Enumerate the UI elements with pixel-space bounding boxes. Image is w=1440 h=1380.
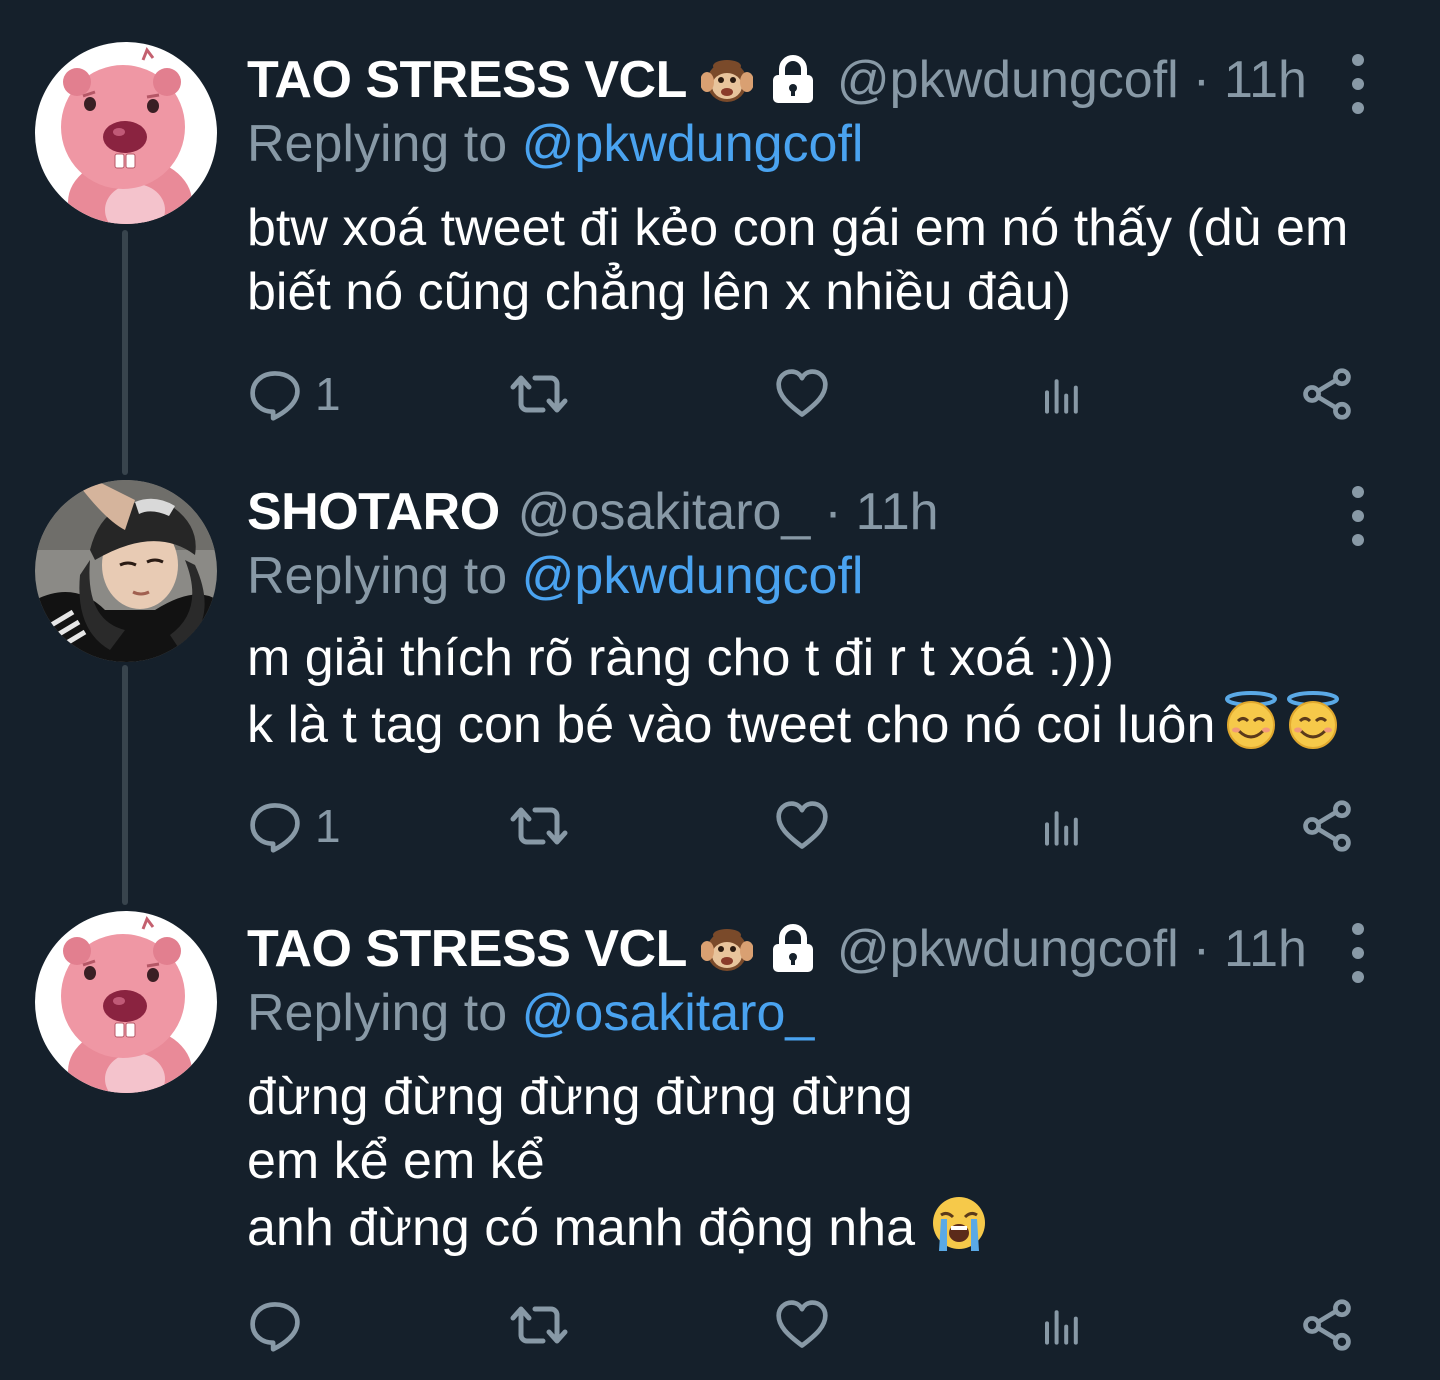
separator-dot: · (824, 483, 842, 541)
like-button[interactable] (774, 796, 830, 856)
analytics-icon (1039, 798, 1087, 854)
tweet-text: đừng đừng đừng đừng đừng em kể em kể anh… (247, 1065, 989, 1260)
reply-count: 1 (315, 368, 341, 420)
tweet-header: TAO STRESS VCL @pkwdungcofl · 11h (247, 46, 1307, 114)
analytics-icon (1039, 1297, 1087, 1353)
replying-to-link[interactable]: @pkwdungcofl (522, 115, 864, 173)
retweet-icon (509, 1295, 569, 1355)
analytics-button[interactable] (1039, 364, 1087, 424)
like-button[interactable] (774, 364, 830, 424)
share-button[interactable] (1299, 796, 1355, 856)
reply-icon (247, 366, 303, 422)
pink-beaver-avatar (35, 911, 217, 1093)
share-icon (1299, 366, 1355, 422)
separator-dot: · (1192, 920, 1211, 978)
person-bandana-photo-avatar (35, 480, 217, 662)
like-icon (774, 798, 830, 854)
tweet[interactable]: TAO STRESS VCL @pkwdungcofl · 11h Replyi… (0, 905, 1440, 1375)
tweet-text-line: em kể em kể (247, 1132, 545, 1190)
share-icon (1299, 1297, 1355, 1353)
lock-icon (767, 923, 819, 975)
avatar[interactable] (35, 42, 217, 224)
retweet-button[interactable] (509, 796, 569, 856)
tweet-actions (247, 1295, 1367, 1355)
separator-dot: · (1192, 51, 1211, 109)
retweet-icon (509, 796, 569, 856)
tweet-text: m giải thích rõ ràng cho t đi r t xoá :)… (247, 626, 1343, 757)
share-icon (1299, 798, 1355, 854)
hear-no-evil-monkey-emoji (701, 54, 753, 106)
tweet[interactable]: TAO STRESS VCL @pkwdungcofl · 11h Replyi… (0, 0, 1440, 460)
hear-no-evil-monkey-emoji (701, 923, 753, 975)
tweet-text-line: btw xoá tweet đi kẻo con gái em nó thấy … (247, 199, 1349, 257)
retweet-icon (509, 364, 569, 424)
replying-to: Replying to @osakitaro_ (247, 979, 814, 1047)
smiling-face-with-halo-emoji (1221, 690, 1281, 750)
user-handle[interactable]: @pkwdungcofl (837, 46, 1179, 114)
analytics-icon (1039, 366, 1087, 422)
timestamp[interactable]: 11h (1224, 915, 1307, 983)
replying-to-link[interactable]: @osakitaro_ (522, 984, 815, 1042)
user-handle[interactable]: @osakitaro_ (518, 478, 811, 546)
pink-beaver-avatar (35, 42, 217, 224)
more-options-icon[interactable] (1348, 486, 1368, 546)
replying-to: Replying to @pkwdungcofl (247, 542, 863, 610)
tweet-header: TAO STRESS VCL @pkwdungcofl · 11h (247, 915, 1307, 983)
loudly-crying-face-emoji (929, 1193, 989, 1253)
reply-button[interactable]: 1 (247, 364, 341, 424)
more-options-icon[interactable] (1348, 54, 1368, 114)
tweet-actions: 1 (247, 364, 1367, 424)
reply-icon (247, 1297, 303, 1353)
tweet-text: btw xoá tweet đi kẻo con gái em nó thấy … (247, 196, 1348, 324)
tweet-text-line: k là t tag con bé vào tweet cho nó coi l… (247, 690, 1343, 757)
like-button[interactable] (774, 1295, 830, 1355)
tweet-actions: 1 (247, 796, 1367, 856)
retweet-button[interactable] (509, 364, 569, 424)
tweet-text-segment: k là t tag con bé vào tweet cho nó coi l… (247, 696, 1216, 754)
reply-count: 1 (315, 800, 341, 852)
tweet[interactable]: SHOTARO @osakitaro_ · 11h Replying to @p… (0, 470, 1440, 900)
replying-to-link[interactable]: @pkwdungcofl (522, 547, 864, 605)
more-options-icon[interactable] (1348, 923, 1368, 983)
replying-to: Replying to @pkwdungcofl (247, 110, 863, 178)
tweet-text-line: m giải thích rõ ràng cho t đi r t xoá :)… (247, 629, 1114, 687)
smiling-face-with-halo-emoji (1283, 690, 1343, 750)
share-button[interactable] (1299, 364, 1355, 424)
analytics-button[interactable] (1039, 796, 1087, 856)
tweet-header: SHOTARO @osakitaro_ · 11h (247, 478, 939, 546)
tweet-thread: TAO STRESS VCL @pkwdungcofl · 11h Replyi… (0, 0, 1440, 1380)
analytics-button[interactable] (1039, 1295, 1087, 1355)
display-name[interactable]: TAO STRESS VCL (247, 46, 687, 114)
replying-to-label: Replying to (247, 984, 508, 1042)
user-handle[interactable]: @pkwdungcofl (837, 915, 1179, 983)
reply-button[interactable]: 1 (247, 796, 341, 856)
retweet-button[interactable] (509, 1295, 569, 1355)
timestamp[interactable]: 11h (856, 478, 939, 546)
tweet-text-line: đừng đừng đừng đừng đừng (247, 1068, 913, 1126)
tweet-text-line: anh đừng có manh động nha (247, 1193, 989, 1260)
lock-icon (767, 54, 819, 106)
reply-button[interactable] (247, 1295, 315, 1355)
display-name[interactable]: TAO STRESS VCL (247, 915, 687, 983)
like-icon (774, 1297, 830, 1353)
display-name[interactable]: SHOTARO (247, 478, 500, 546)
replying-to-label: Replying to (247, 547, 508, 605)
avatar[interactable] (35, 480, 217, 662)
timestamp[interactable]: 11h (1224, 46, 1307, 114)
replying-to-label: Replying to (247, 115, 508, 173)
tweet-text-segment: anh đừng có manh động nha (247, 1199, 916, 1257)
reply-icon (247, 798, 303, 854)
share-button[interactable] (1299, 1295, 1355, 1355)
tweet-text-line: biết nó cũng chẳng lên x nhiều đâu) (247, 263, 1071, 321)
avatar[interactable] (35, 911, 217, 1093)
like-icon (774, 366, 830, 422)
